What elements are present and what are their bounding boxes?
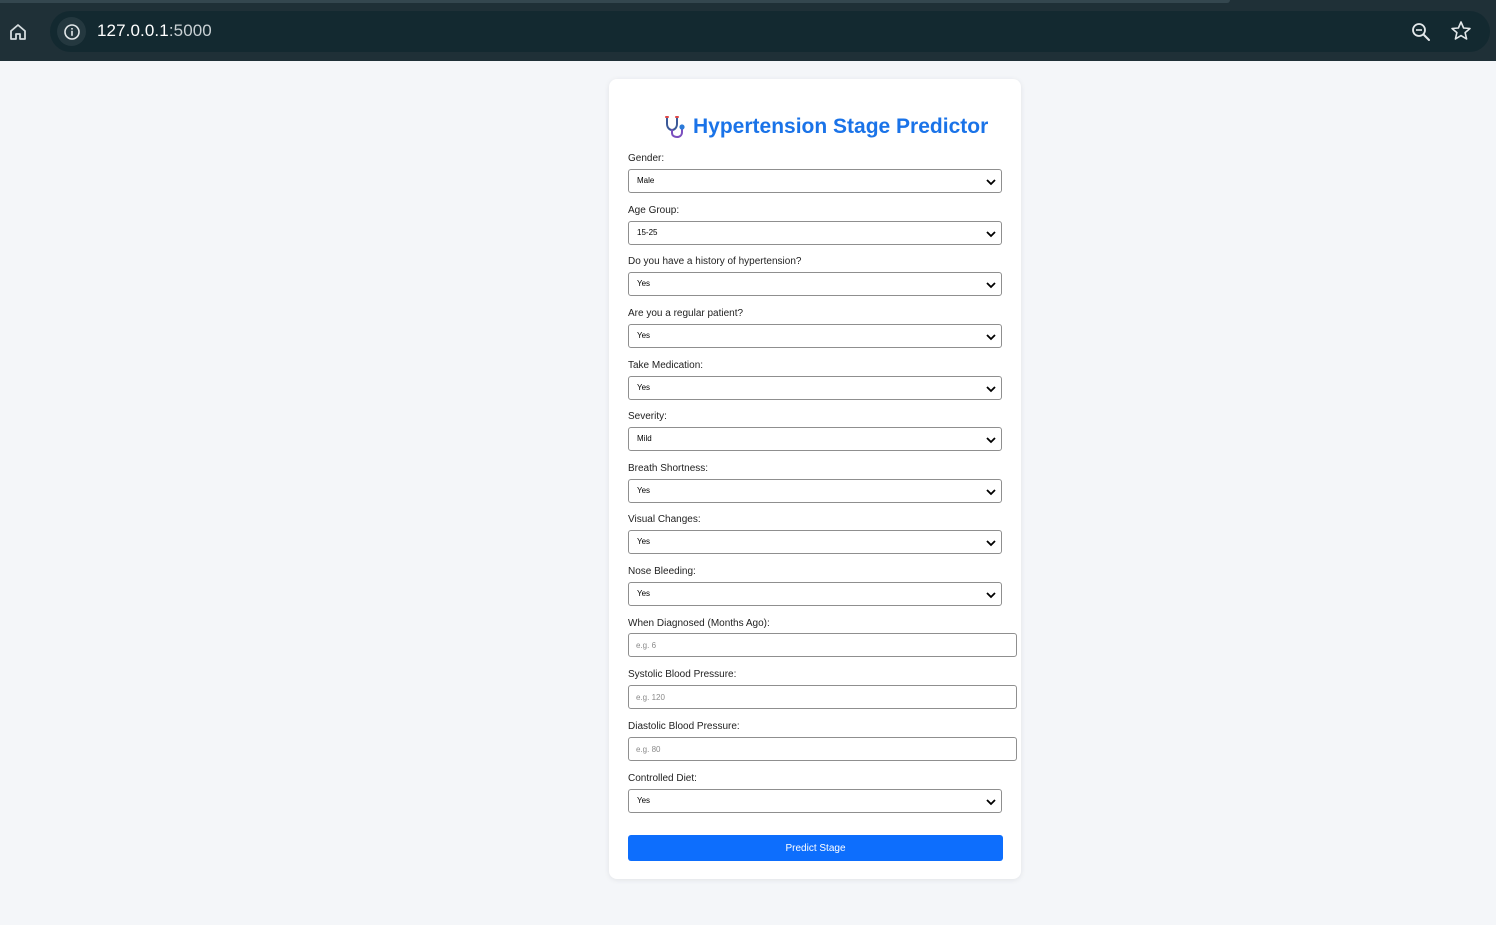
breath-shortness-select[interactable]: Yes [628, 479, 1002, 503]
regular-patient-select[interactable]: Yes [628, 324, 1002, 348]
chevron-down-icon [986, 334, 996, 341]
severity-value: Mild [637, 434, 652, 443]
severity-label: Severity: [628, 411, 667, 422]
url-port: :5000 [168, 21, 212, 40]
predict-stage-button[interactable]: Predict Stage [628, 835, 1003, 861]
age-group-value: 15-25 [637, 228, 658, 237]
systolic-input[interactable]: e.g. 120 [628, 685, 1017, 709]
zoom-out-icon[interactable] [1409, 20, 1433, 44]
breath-shortness-label: Breath Shortness: [628, 463, 709, 474]
regular-patient-label: Are you a regular patient? [628, 308, 744, 319]
medication-value: Yes [637, 383, 651, 392]
medication-label: Take Medication: [628, 360, 704, 371]
predict-stage-label: Predict Stage [785, 842, 846, 854]
url-text[interactable]: 127.0.0.1:5000 [97, 21, 212, 41]
regular-patient-value: Yes [637, 331, 651, 340]
gender-select[interactable]: Male [628, 169, 1002, 193]
diastolic-label: Diastolic Blood Pressure: [628, 721, 740, 732]
chevron-down-icon [986, 540, 996, 547]
systolic-placeholder: e.g. 120 [636, 693, 665, 702]
controlled-diet-value: Yes [637, 796, 651, 805]
diastolic-placeholder: e.g. 80 [636, 745, 661, 754]
breath-shortness-value: Yes [637, 486, 651, 495]
history-value: Yes [637, 279, 651, 288]
chevron-down-icon [986, 179, 996, 186]
page-title: Hypertension Stage Predictor [693, 115, 989, 138]
chevron-down-icon [986, 489, 996, 496]
nose-bleeding-select[interactable]: Yes [628, 582, 1002, 606]
diastolic-input[interactable]: e.g. 80 [628, 737, 1017, 761]
history-select[interactable]: Yes [628, 272, 1002, 296]
when-diagnosed-label: When Diagnosed (Months Ago): [628, 618, 770, 629]
visual-changes-value: Yes [637, 537, 651, 546]
address-bar[interactable]: 127.0.0.1:5000 [50, 11, 1490, 52]
bookmark-star-icon[interactable] [1449, 19, 1473, 43]
systolic-label: Systolic Blood Pressure: [628, 669, 737, 680]
home-icon [10, 24, 26, 40]
stethoscope-icon [665, 116, 685, 139]
tab-strip-edge [0, 0, 1230, 3]
controlled-diet-select[interactable]: Yes [628, 789, 1002, 813]
age-group-label: Age Group: [628, 205, 680, 216]
gender-value: Male [637, 176, 655, 185]
nose-bleeding-label: Nose Bleeding: [628, 566, 696, 577]
chevron-down-icon [986, 282, 996, 289]
history-label: Do you have a history of hypertension? [628, 256, 802, 267]
chevron-down-icon [986, 592, 996, 599]
severity-select[interactable]: Mild [628, 427, 1002, 451]
controlled-diet-label: Controlled Diet: [628, 773, 697, 784]
browser-toolbar: 127.0.0.1:5000 [0, 0, 1496, 61]
gender-label: Gender: [628, 153, 665, 164]
when-diagnosed-input[interactable]: e.g. 6 [628, 633, 1017, 657]
when-diagnosed-placeholder: e.g. 6 [636, 641, 657, 650]
home-button[interactable] [5, 19, 31, 45]
url-host: 127.0.0.1 [97, 21, 169, 40]
visual-changes-label: Visual Changes: [628, 514, 701, 525]
chevron-down-icon [986, 231, 996, 238]
chevron-down-icon [986, 799, 996, 806]
site-info-icon[interactable] [57, 17, 86, 46]
medication-select[interactable]: Yes [628, 376, 1002, 400]
page-header: Hypertension Stage Predictor [663, 113, 988, 141]
visual-changes-select[interactable]: Yes [628, 530, 1002, 554]
chevron-down-icon [986, 386, 996, 393]
chevron-down-icon [986, 437, 996, 444]
nose-bleeding-value: Yes [637, 589, 651, 598]
age-group-select[interactable]: 15-25 [628, 221, 1002, 245]
